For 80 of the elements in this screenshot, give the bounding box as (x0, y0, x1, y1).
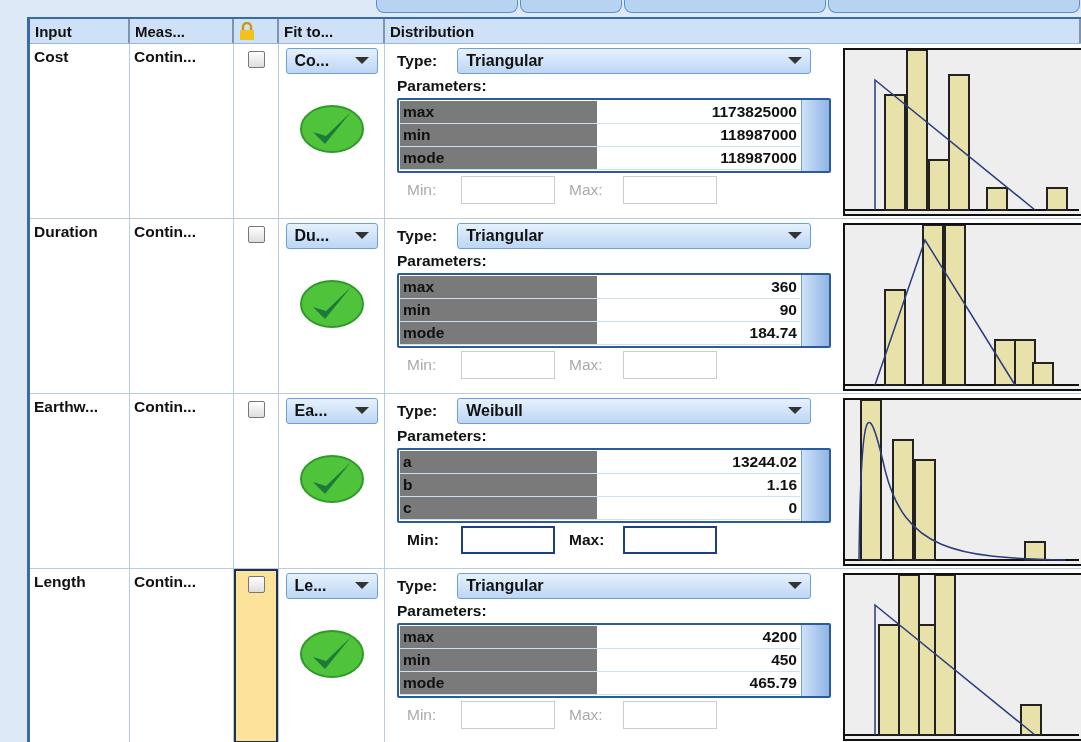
checkbox[interactable] (247, 226, 265, 243)
caret-icon (354, 57, 369, 65)
column-header[interactable]: Distribution (385, 19, 1081, 43)
type-dropdown[interactable]: Triangular (457, 48, 812, 74)
max-label: Max: (569, 706, 604, 724)
table-cell: Contin... (134, 573, 196, 591)
table-cell: Earthw... (34, 398, 99, 416)
column-header[interactable]: Input (30, 19, 130, 43)
parameter-name: min (400, 649, 597, 671)
type-label: Type: (397, 577, 438, 595)
table-cell: Length (34, 573, 86, 591)
checkbox[interactable] (247, 576, 265, 593)
table-cell: Contin... (134, 223, 196, 241)
histogram-bar (994, 339, 1016, 386)
caret-icon (788, 407, 803, 415)
histogram-bar (1046, 187, 1068, 211)
caret-icon (788, 57, 803, 65)
fit-dropdown[interactable]: Ea... (285, 398, 378, 424)
parameters-label: Parameters: (397, 252, 488, 270)
scrollbar[interactable] (801, 625, 829, 696)
caret-icon (354, 232, 369, 240)
tab[interactable] (520, 0, 622, 13)
parameter-name: c (400, 497, 597, 519)
checkbox[interactable] (247, 51, 265, 68)
parameter-name: max (400, 101, 597, 123)
parameter-name: min (400, 299, 597, 321)
type-label: Type: (397, 227, 438, 245)
scrollbar[interactable] (801, 275, 829, 346)
caret-icon (354, 582, 369, 590)
max-label: Max: (569, 181, 604, 199)
column-header[interactable]: Fit to... (279, 19, 385, 43)
fit-dropdown[interactable]: Co... (285, 48, 378, 74)
type-dropdown[interactable]: Weibull (457, 398, 812, 424)
check-icon (298, 629, 365, 679)
fit-dropdown[interactable]: Du... (285, 223, 378, 249)
lock-icon (239, 22, 255, 40)
parameter-name: min (400, 124, 597, 146)
table-cell: Duration (34, 223, 98, 241)
min-label: Min: (407, 706, 438, 724)
caret-icon (788, 232, 803, 240)
type-dropdown[interactable]: Triangular (457, 573, 812, 599)
type-dropdown[interactable]: Triangular (457, 223, 812, 249)
min-label: Min: (407, 356, 438, 374)
parameter-name: mode (400, 672, 597, 694)
checkbox[interactable] (247, 401, 265, 418)
histogram-bar (1020, 704, 1042, 736)
scrollbar[interactable] (801, 100, 829, 171)
max-field[interactable] (623, 526, 717, 554)
histogram-bar (1024, 541, 1046, 561)
table-cell: Cost (34, 48, 69, 66)
max-label: Max: (569, 356, 604, 374)
tab[interactable] (376, 0, 518, 13)
min-label: Min: (407, 181, 438, 199)
table-cell: Contin... (134, 398, 196, 416)
check-icon (298, 104, 365, 154)
parameter-name: max (400, 626, 597, 648)
tab[interactable] (828, 0, 1080, 13)
parameter-name: b (400, 474, 597, 496)
histogram-bar (986, 187, 1008, 211)
fit-dropdown[interactable]: Le... (285, 573, 378, 599)
parameter-name: mode (400, 147, 597, 169)
parameters-label: Parameters: (397, 602, 488, 620)
parameter-name: mode (400, 322, 597, 344)
tab[interactable] (624, 0, 826, 13)
caret-icon (354, 407, 369, 415)
type-label: Type: (397, 402, 438, 420)
table-cell: Contin... (134, 48, 196, 66)
parameter-name: max (400, 276, 597, 298)
check-icon (298, 279, 365, 329)
column-header[interactable]: Meas... (130, 19, 234, 43)
parameters-label: Parameters: (397, 77, 488, 95)
max-label: Max: (569, 531, 606, 549)
min-label: Min: (407, 531, 440, 549)
parameter-name: a (400, 451, 597, 473)
caret-icon (788, 582, 803, 590)
min-field[interactable] (461, 526, 555, 554)
scrollbar[interactable] (801, 450, 829, 521)
parameters-label: Parameters: (397, 427, 488, 445)
type-label: Type: (397, 52, 438, 70)
check-icon (298, 454, 365, 504)
